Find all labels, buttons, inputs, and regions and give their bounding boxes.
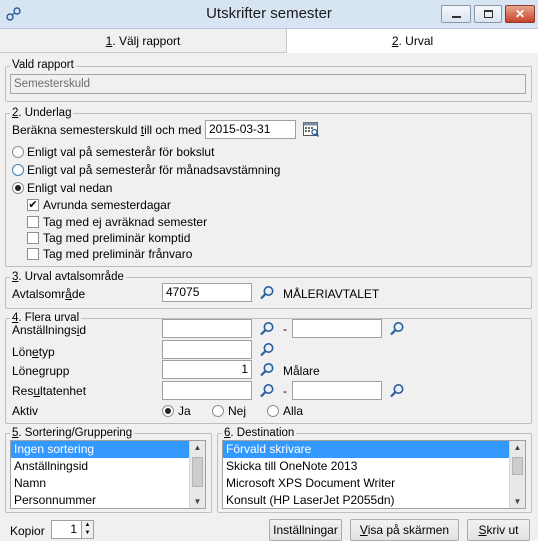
lonetyp-input[interactable]	[162, 340, 252, 359]
aktiv-label: Aktiv	[12, 404, 39, 418]
lonetyp-label: Lönetyp	[12, 345, 55, 359]
aktiv-alla-radio[interactable]	[267, 405, 279, 417]
resultatenhet-label: Resultatenhet	[12, 384, 87, 398]
tab-urval[interactable]: 2. Urval	[287, 29, 538, 53]
radio-manadsavstamning-label: Enligt val på semesterår för månadsavstä…	[27, 163, 281, 177]
tab-valj-rapport[interactable]: 1. Välj rapport	[0, 29, 287, 53]
avtal-description: MÅLERIAVTALET	[283, 287, 380, 301]
aktiv-nej-radio[interactable]	[212, 405, 224, 417]
anstallningsid-dash: -	[283, 322, 287, 336]
destination-item[interactable]: Konsult (HP LaserJet P2055dn)	[223, 492, 525, 508]
resultatenhet-to-search-icon[interactable]	[388, 382, 406, 400]
radio-enligt-val-nedan[interactable]	[12, 182, 24, 194]
lonegrupp-description: Målare	[283, 364, 320, 378]
spin-down-icon[interactable]: ▼	[82, 529, 93, 538]
aktiv-ja-label: Ja	[178, 404, 191, 418]
maximize-icon	[484, 10, 493, 18]
kopior-input[interactable]: 1	[51, 520, 82, 539]
installningar-button[interactable]: Inställningar	[269, 519, 342, 541]
anstallningsid-to-input[interactable]	[292, 319, 382, 338]
destination-item[interactable]: Förvald skrivare	[223, 441, 525, 458]
minimize-icon	[452, 16, 461, 18]
scroll-up-icon[interactable]: ▲	[510, 443, 525, 452]
anstallningsid-from-input[interactable]	[162, 319, 252, 338]
resultatenhet-dash: -	[283, 384, 287, 398]
radio-bokslut[interactable]	[12, 146, 24, 158]
vald-rapport-legend: Vald rapport	[10, 59, 76, 71]
avtal-search-icon[interactable]	[258, 284, 276, 302]
anstallningsid-to-search-icon[interactable]	[388, 320, 406, 338]
sortering-item[interactable]: Anställningsid	[11, 458, 205, 475]
aktiv-nej-label: Nej	[228, 404, 247, 418]
visa-pa-skarmen-button[interactable]: Visa på skärmen	[350, 519, 459, 541]
avtal-label: Avtalsområde	[12, 287, 86, 301]
skriv-ut-button[interactable]: Skriv ut	[467, 519, 530, 541]
check-komptid[interactable]	[27, 232, 39, 244]
lonegrupp-search-icon[interactable]	[258, 361, 276, 379]
check-ej-avraknad-label: Tag med ej avräknad semester	[43, 215, 208, 229]
sortering-legend: 5. Sortering/Gruppering	[10, 427, 135, 439]
check-avrunda-label: Avrunda semesterdagar	[43, 198, 171, 212]
avtal-input[interactable]: 47075	[162, 283, 252, 302]
check-komptid-label: Tag med preliminär komptid	[43, 231, 191, 245]
vald-rapport-field: Semesterskuld	[10, 74, 526, 94]
radio-manadsavstamning[interactable]	[12, 164, 24, 176]
avtal-legend: 3. Urval avtalsområde	[10, 271, 126, 283]
anstallningsid-label: Anställningsid	[12, 323, 87, 337]
check-avrunda[interactable]: ✔	[27, 199, 39, 211]
sortering-item[interactable]: Namn	[11, 475, 205, 492]
lonegrupp-label: Lönegrupp	[12, 364, 70, 378]
close-icon: ✕	[514, 7, 526, 21]
kopior-spinner[interactable]: ▲ ▼	[81, 520, 94, 539]
destination-scroll-thumb[interactable]	[512, 457, 523, 475]
sortering-scrollbar[interactable]: ▲ ▼	[189, 441, 205, 508]
destination-legend: 6. Destination	[222, 427, 297, 439]
underlag-legend: 2. Underlag	[10, 107, 74, 119]
scroll-down-icon[interactable]: ▼	[510, 497, 525, 506]
lonetyp-search-icon[interactable]	[258, 341, 276, 359]
resultatenhet-from-input[interactable]	[162, 381, 252, 400]
resultatenhet-to-input[interactable]	[292, 381, 382, 400]
lonegrupp-input[interactable]: 1	[162, 360, 252, 379]
check-ej-avraknad[interactable]	[27, 216, 39, 228]
scroll-down-icon[interactable]: ▼	[190, 497, 205, 506]
radio-bokslut-label: Enligt val på semesterår för bokslut	[27, 145, 215, 159]
scroll-up-icon[interactable]: ▲	[190, 443, 205, 452]
radio-enligt-val-nedan-label: Enligt val nedan	[27, 181, 113, 195]
maximize-button[interactable]	[474, 5, 502, 23]
anstallningsid-from-search-icon[interactable]	[258, 320, 276, 338]
destination-item[interactable]: Skicka till OneNote 2013	[223, 458, 525, 475]
calendar-icon[interactable]	[302, 120, 320, 138]
destination-item[interactable]: Microsoft XPS Document Writer	[223, 475, 525, 492]
close-button[interactable]: ✕	[505, 5, 535, 23]
date-label: Beräkna semesterskuld till och med	[12, 123, 202, 137]
aktiv-alla-label: Alla	[283, 404, 304, 418]
minimize-button[interactable]	[441, 5, 471, 23]
sortering-item[interactable]: Ingen sortering	[11, 441, 205, 458]
destination-scrollbar[interactable]: ▲ ▼	[509, 441, 525, 508]
sortering-scroll-thumb[interactable]	[192, 457, 203, 487]
kopior-label: Kopior	[10, 524, 45, 538]
aktiv-ja-radio[interactable]	[162, 405, 174, 417]
check-franvaro[interactable]	[27, 248, 39, 260]
sortering-item[interactable]: Personnummer	[11, 492, 205, 508]
check-franvaro-label: Tag med preliminär frånvaro	[43, 247, 193, 261]
sortering-listbox[interactable]: Ingen sortering Anställningsid Namn Pers…	[10, 440, 206, 509]
resultatenhet-from-search-icon[interactable]	[258, 382, 276, 400]
destination-listbox[interactable]: Förvald skrivare Skicka till OneNote 201…	[222, 440, 526, 509]
date-input[interactable]: 2015-03-31	[205, 120, 296, 139]
